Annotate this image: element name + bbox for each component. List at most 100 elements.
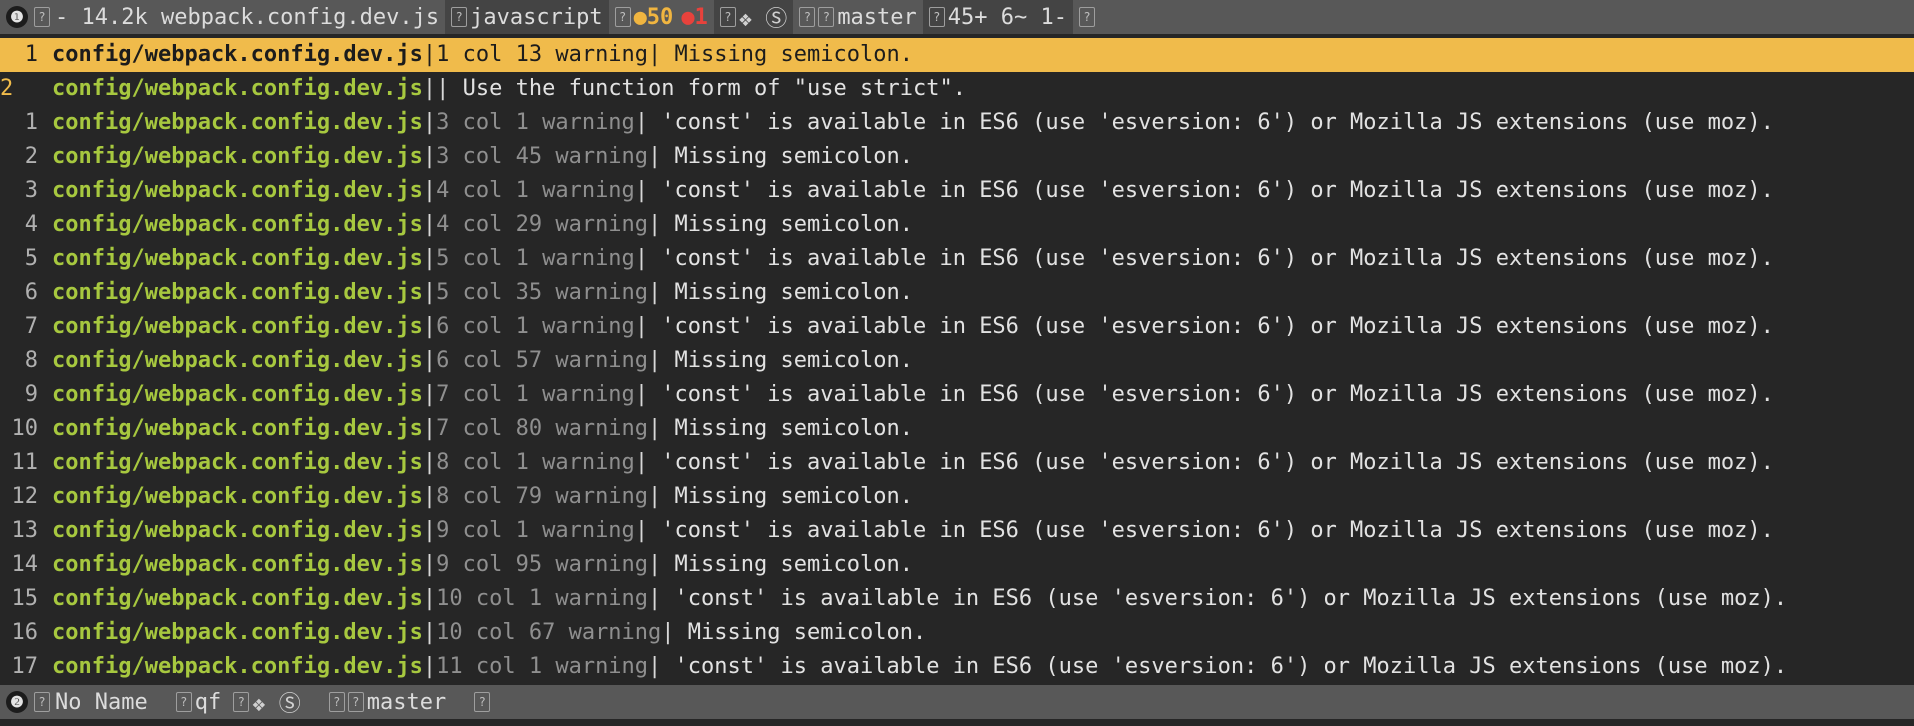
diff-icon: ? bbox=[928, 7, 945, 27]
misc-symbols: ❖ Ⓢ bbox=[738, 7, 788, 32]
quickfix-row[interactable]: 5 config/webpack.config.dev.js | 5 col 1 wa… bbox=[0, 242, 1914, 276]
entry-message: 'const' is available in ES6 (use 'esvers… bbox=[661, 586, 1788, 611]
filetype-label: javascript bbox=[470, 4, 603, 30]
entry-filename[interactable]: config/webpack.config.dev.js bbox=[52, 480, 423, 514]
quickfix-row[interactable]: 8 config/webpack.config.dev.js | 6 col 57 w… bbox=[0, 344, 1914, 378]
window-number-badge[interactable]: ❶ bbox=[6, 6, 28, 28]
field-separator: | bbox=[648, 586, 662, 611]
entry-message: Missing semicolon. bbox=[661, 552, 913, 577]
field-separator: | bbox=[634, 178, 649, 203]
entry-location: 4 col 1 warning bbox=[436, 178, 635, 203]
filetype-segment: ? qf bbox=[170, 685, 228, 719]
entry-filename[interactable]: config/webpack.config.dev.js bbox=[52, 344, 423, 378]
entry-filename[interactable]: config/webpack.config.dev.js bbox=[52, 582, 423, 616]
entry-location: 10 col 1 warning bbox=[436, 586, 649, 611]
misc-symbols: ❖ Ⓢ bbox=[252, 692, 301, 717]
entry-message: 'const' is available in ES6 (use 'esvers… bbox=[648, 110, 1774, 135]
quickfix-row[interactable]: 13 config/webpack.config.dev.js | 9 col 1 w… bbox=[0, 514, 1914, 548]
entry-location: 4 col 29 warning bbox=[436, 212, 649, 237]
entry-filename[interactable]: config/webpack.config.dev.js bbox=[52, 208, 423, 242]
quickfix-list[interactable]: 1 config/webpack.config.dev.js | 1 col 13 w… bbox=[0, 38, 1914, 684]
entry-filename[interactable]: config/webpack.config.dev.js bbox=[52, 242, 423, 276]
line-number: 12 bbox=[11, 484, 39, 509]
quickfix-row[interactable]: 1 config/webpack.config.dev.js | 3 col 1 wa… bbox=[0, 106, 1914, 140]
quickfix-row[interactable]: 15 config/webpack.config.dev.js | 10 col 1 … bbox=[0, 582, 1914, 616]
quickfix-row[interactable]: 3 config/webpack.config.dev.js | 4 col 1 wa… bbox=[0, 174, 1914, 208]
window-number-badge[interactable]: ❷ bbox=[6, 691, 28, 713]
entry-filename[interactable]: config/webpack.config.dev.js bbox=[52, 548, 423, 582]
field-separator: | bbox=[648, 280, 662, 305]
buffer-name: No Name bbox=[55, 689, 148, 715]
entry-filename[interactable]: config/webpack.config.dev.js bbox=[52, 174, 423, 208]
git-branch-segment[interactable]: ? ? master bbox=[793, 0, 922, 34]
entry-filename[interactable]: config/webpack.config.dev.js bbox=[52, 378, 423, 412]
field-separator: | bbox=[648, 348, 662, 373]
warning-count: ●50 bbox=[633, 4, 674, 30]
diff-segment: ? 45+ 6~ 1- bbox=[922, 0, 1074, 34]
entry-filename[interactable]: config/webpack.config.dev.js bbox=[52, 72, 423, 106]
entry-message: Missing semicolon. bbox=[661, 348, 913, 373]
quickfix-row[interactable]: 17 config/webpack.config.dev.js | 11 col 1 … bbox=[0, 650, 1914, 684]
field-separator: | bbox=[661, 620, 675, 645]
quickfix-row[interactable]: 10 config/webpack.config.dev.js | 7 col 80 … bbox=[0, 412, 1914, 446]
entry-filename[interactable]: config/webpack.config.dev.js bbox=[52, 276, 423, 310]
entry-filename[interactable]: config/webpack.config.dev.js bbox=[52, 310, 423, 344]
entry-message: Missing semicolon. bbox=[661, 484, 913, 509]
entry-location: 6 col 57 warning bbox=[436, 348, 649, 373]
entry-filename[interactable]: config/webpack.config.dev.js bbox=[52, 650, 423, 684]
git-branch-segment[interactable]: ? ? master bbox=[307, 685, 452, 719]
quickfix-row[interactable]: 6 config/webpack.config.dev.js | 5 col 35 w… bbox=[0, 276, 1914, 310]
quickfix-row[interactable]: 2 config/webpack.config.dev.js | | Use the … bbox=[0, 72, 1914, 106]
line-number: 17 bbox=[11, 654, 39, 679]
entry-filename[interactable]: config/webpack.config.dev.js bbox=[52, 140, 423, 174]
quickfix-row[interactable]: 7 config/webpack.config.dev.js | 6 col 1 wa… bbox=[0, 310, 1914, 344]
entry-filename[interactable]: config/webpack.config.dev.js bbox=[52, 514, 423, 548]
quickfix-row[interactable]: 16 config/webpack.config.dev.js | 10 col 67… bbox=[0, 616, 1914, 650]
entry-filename[interactable]: config/webpack.config.dev.js bbox=[52, 38, 423, 72]
quickfix-row[interactable]: 9 config/webpack.config.dev.js | 7 col 1 wa… bbox=[0, 378, 1914, 412]
field-separator: | bbox=[436, 76, 450, 101]
entry-location: 5 col 35 warning bbox=[436, 280, 649, 305]
filetype-icon: ? bbox=[175, 692, 192, 712]
error-count: ●1 bbox=[681, 4, 708, 30]
line-number: 14 bbox=[11, 552, 39, 577]
entry-message: Missing semicolon. bbox=[661, 280, 913, 305]
field-separator: | bbox=[422, 484, 437, 509]
field-separator: | bbox=[422, 76, 437, 101]
entry-location: 7 col 1 warning bbox=[436, 382, 635, 407]
field-separator: | bbox=[422, 110, 437, 135]
field-separator: | bbox=[422, 586, 437, 611]
lint-segment[interactable]: ? ●50 ●1 bbox=[609, 0, 714, 34]
line-number: 1 bbox=[24, 42, 38, 67]
quickfix-row[interactable]: 4 config/webpack.config.dev.js | 4 col 29 w… bbox=[0, 208, 1914, 242]
entry-location: 11 col 1 warning bbox=[436, 654, 649, 679]
end-icon: ? bbox=[1079, 7, 1096, 27]
field-separator: | bbox=[422, 178, 437, 203]
line-number: 7 bbox=[24, 314, 38, 339]
quickfix-row[interactable]: 1 config/webpack.config.dev.js | 1 col 13 w… bbox=[0, 38, 1914, 72]
quickfix-row[interactable]: 14 config/webpack.config.dev.js | 9 col 95 … bbox=[0, 548, 1914, 582]
misc-icon: ? bbox=[719, 7, 736, 27]
quickfix-row[interactable]: 2 config/webpack.config.dev.js | 3 col 45 w… bbox=[0, 140, 1914, 174]
command-line[interactable] bbox=[0, 719, 1914, 726]
entry-filename[interactable]: config/webpack.config.dev.js bbox=[52, 412, 423, 446]
entry-message: 'const' is available in ES6 (use 'esvers… bbox=[661, 654, 1788, 679]
line-number: 9 bbox=[24, 382, 38, 407]
branch-icon: ? bbox=[799, 7, 816, 27]
end-segment: ? bbox=[1073, 0, 1104, 34]
entry-filename[interactable]: config/webpack.config.dev.js bbox=[52, 616, 423, 650]
line-number: 16 bbox=[11, 620, 39, 645]
field-separator: | bbox=[648, 144, 662, 169]
entry-filename[interactable]: config/webpack.config.dev.js bbox=[52, 106, 423, 140]
entry-message: 'const' is available in ES6 (use 'esvers… bbox=[648, 178, 1774, 203]
entry-message: Missing semicolon. bbox=[661, 416, 913, 441]
field-separator: | bbox=[634, 382, 649, 407]
entry-filename[interactable]: config/webpack.config.dev.js bbox=[52, 446, 423, 480]
quickfix-row[interactable]: 12 config/webpack.config.dev.js | 8 col 79 … bbox=[0, 480, 1914, 514]
field-separator: | bbox=[422, 620, 437, 645]
quickfix-row[interactable]: 11 config/webpack.config.dev.js | 8 col 1 w… bbox=[0, 446, 1914, 480]
mode-icon: ? bbox=[34, 692, 50, 712]
field-separator: | bbox=[634, 518, 649, 543]
diff-stats: 45+ 6~ 1- bbox=[947, 4, 1068, 30]
field-separator: | bbox=[422, 42, 437, 67]
